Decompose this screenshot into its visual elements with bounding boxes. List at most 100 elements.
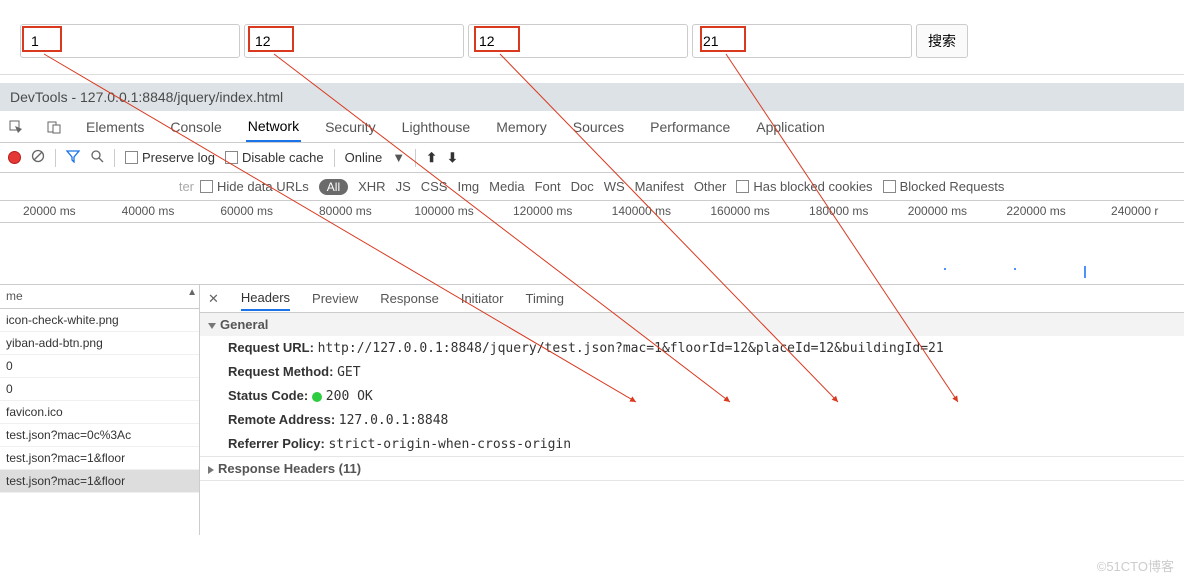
- upload-icon[interactable]: ⬆: [426, 150, 437, 166]
- filter-img[interactable]: Img: [457, 179, 479, 194]
- request-row-selected[interactable]: test.json?mac=1&floor: [0, 470, 199, 493]
- tab-security[interactable]: Security: [323, 113, 378, 141]
- filter-icon[interactable]: [66, 149, 80, 166]
- disable-cache-label: Disable cache: [242, 150, 324, 165]
- input-place[interactable]: [468, 24, 688, 58]
- remote-address-row: Remote Address: 127.0.0.1:8848: [200, 408, 1184, 432]
- tab-application[interactable]: Application: [754, 113, 827, 141]
- detail-tab-preview[interactable]: Preview: [312, 287, 358, 310]
- remote-address-value: 127.0.0.1:8848: [339, 413, 449, 428]
- filter-media[interactable]: Media: [489, 179, 524, 194]
- tick-label: 240000 r: [1085, 201, 1184, 222]
- request-method-value: GET: [337, 365, 360, 380]
- divider: [0, 74, 1184, 75]
- filter-font[interactable]: Font: [535, 179, 561, 194]
- tick-label: 160000 ms: [691, 201, 790, 222]
- detail-tabstrip: ✕ Headers Preview Response Initiator Tim…: [200, 285, 1184, 313]
- search-button[interactable]: 搜索: [916, 24, 968, 58]
- request-row[interactable]: test.json?mac=0c%3Ac: [0, 424, 199, 447]
- network-toolbar: Preserve log Disable cache Online ▼ ⬆ ⬇: [0, 143, 1184, 173]
- request-row[interactable]: yiban-add-btn.png: [0, 332, 199, 355]
- tab-elements[interactable]: Elements: [84, 113, 146, 141]
- blocked-cookies-checkbox[interactable]: Has blocked cookies: [736, 179, 872, 194]
- referrer-policy-row: Referrer Policy: strict-origin-when-cros…: [200, 432, 1184, 456]
- filter-other[interactable]: Other: [694, 179, 727, 194]
- request-method-key: Request Method:: [228, 364, 333, 379]
- watermark: ©51CTO博客: [1097, 556, 1174, 575]
- request-row[interactable]: favicon.ico: [0, 401, 199, 424]
- toolbar-divider: [55, 149, 56, 167]
- preserve-log-checkbox[interactable]: Preserve log: [125, 150, 215, 165]
- device-icon[interactable]: [46, 119, 62, 135]
- filter-all-pill[interactable]: All: [319, 179, 348, 195]
- toolbar-divider: [415, 149, 416, 167]
- blocked-requests-checkbox[interactable]: Blocked Requests: [883, 179, 1005, 194]
- tick-label: 140000 ms: [592, 201, 691, 222]
- filter-js[interactable]: JS: [396, 179, 411, 194]
- input-mac[interactable]: [20, 24, 240, 58]
- blocked-cookies-label: Has blocked cookies: [753, 179, 872, 194]
- tick-label: 100000 ms: [395, 201, 494, 222]
- download-icon[interactable]: ⬇: [447, 150, 458, 166]
- tick-label: 120000 ms: [493, 201, 592, 222]
- filter-row: ter Hide data URLs All XHR JS CSS Img Me…: [0, 173, 1184, 201]
- detail-tab-timing[interactable]: Timing: [525, 287, 564, 310]
- blocked-requests-label: Blocked Requests: [900, 179, 1005, 194]
- input-floor[interactable]: [244, 24, 464, 58]
- detail-tab-response[interactable]: Response: [380, 287, 439, 310]
- search-icon[interactable]: [90, 149, 104, 166]
- filter-css[interactable]: CSS: [421, 179, 448, 194]
- inspect-icon[interactable]: [8, 119, 24, 135]
- request-row[interactable]: test.json?mac=1&floor: [0, 447, 199, 470]
- request-row[interactable]: 0: [0, 355, 199, 378]
- timeline-overview[interactable]: [0, 223, 1184, 285]
- devtools-window-title: DevTools - 127.0.0.1:8848/jquery/index.h…: [0, 83, 1184, 111]
- tab-memory[interactable]: Memory: [494, 113, 549, 141]
- request-url-row: Request URL: http://127.0.0.1:8848/jquer…: [200, 336, 1184, 360]
- tick-label: 40000 ms: [99, 201, 198, 222]
- request-detail: ✕ Headers Preview Response Initiator Tim…: [200, 285, 1184, 535]
- tick-label: 220000 ms: [987, 201, 1086, 222]
- preserve-log-label: Preserve log: [142, 150, 215, 165]
- general-heading[interactable]: General: [200, 313, 1184, 336]
- tick-label: 180000 ms: [789, 201, 888, 222]
- tab-lighthouse[interactable]: Lighthouse: [400, 113, 473, 141]
- hide-data-urls-checkbox[interactable]: Hide data URLs: [200, 179, 309, 194]
- close-icon[interactable]: ✕: [208, 291, 219, 307]
- referrer-policy-key: Referrer Policy:: [228, 436, 325, 451]
- scroll-up-icon[interactable]: ▲: [187, 287, 197, 298]
- clear-icon[interactable]: [31, 149, 45, 166]
- request-row[interactable]: icon-check-white.png: [0, 309, 199, 332]
- status-code-row: Status Code: 200 OK: [200, 384, 1184, 408]
- tab-console[interactable]: Console: [168, 113, 223, 141]
- throttle-select[interactable]: Online: [345, 150, 383, 165]
- response-headers-heading[interactable]: Response Headers (11): [200, 457, 1184, 480]
- chevron-down-icon: [208, 323, 216, 329]
- devtools-tabstrip: Elements Console Network Security Lighth…: [0, 111, 1184, 143]
- filter-input[interactable]: ter: [0, 179, 200, 194]
- tick-label: 200000 ms: [888, 201, 987, 222]
- dropdown-icon[interactable]: ▼: [392, 150, 405, 165]
- detail-tab-initiator[interactable]: Initiator: [461, 287, 504, 310]
- tick-label: 60000 ms: [197, 201, 296, 222]
- tab-network[interactable]: Network: [246, 112, 301, 142]
- referrer-policy-value: strict-origin-when-cross-origin: [328, 437, 571, 452]
- general-heading-text: General: [220, 317, 268, 332]
- filter-ws[interactable]: WS: [604, 179, 625, 194]
- timeline-mark: [1014, 268, 1016, 270]
- general-section: General Request URL: http://127.0.0.1:88…: [200, 313, 1184, 457]
- tab-performance[interactable]: Performance: [648, 113, 732, 141]
- chevron-right-icon: [208, 466, 214, 474]
- input-building[interactable]: [692, 24, 912, 58]
- detail-tab-headers[interactable]: Headers: [241, 286, 290, 311]
- record-icon[interactable]: [8, 151, 21, 164]
- request-row[interactable]: 0: [0, 378, 199, 401]
- filter-manifest[interactable]: Manifest: [635, 179, 684, 194]
- request-url-key: Request URL:: [228, 340, 314, 355]
- filter-doc[interactable]: Doc: [571, 179, 594, 194]
- name-column-header[interactable]: me ▲: [0, 285, 199, 309]
- tab-sources[interactable]: Sources: [571, 113, 626, 141]
- filter-xhr[interactable]: XHR: [358, 179, 385, 194]
- toolbar-divider: [334, 149, 335, 167]
- disable-cache-checkbox[interactable]: Disable cache: [225, 150, 324, 165]
